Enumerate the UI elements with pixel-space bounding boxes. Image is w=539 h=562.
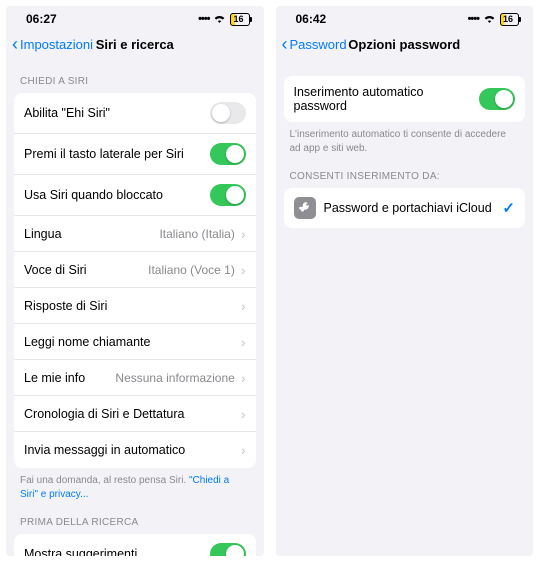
toggle-hey-siri[interactable] — [210, 102, 246, 124]
content-scroll[interactable]: CHIEDI A SIRI Abilita "Ehi Siri" Premi i… — [6, 62, 264, 556]
group-footer-ask-siri: Fai una domanda, al resto pensa Siri. "C… — [6, 468, 264, 503]
chevron-right-icon: › — [241, 227, 246, 241]
status-bar: 06:42 •••• 16 — [276, 6, 534, 28]
row-label: Risposte di Siri — [24, 299, 107, 313]
chevron-left-icon: ‹ — [282, 35, 288, 53]
checkmark-icon: ✓ — [502, 199, 515, 217]
row-icloud-keychain[interactable]: Password e portachiavi iCloud ✓ — [284, 188, 526, 228]
chevron-right-icon: › — [241, 443, 246, 457]
row-myinfo[interactable]: Le mie info Nessuna informazione › — [14, 360, 256, 396]
status-icons: •••• 16 — [468, 12, 519, 26]
back-label: Impostazioni — [20, 37, 93, 52]
list-before-search: Mostra suggerimenti Mostra recenti — [14, 534, 256, 556]
signal-icon: •••• — [468, 13, 479, 25]
row-label: Leggi nome chiamante — [24, 335, 150, 349]
row-label: Le mie info — [24, 371, 85, 385]
row-label: Abilita "Ehi Siri" — [24, 106, 110, 120]
row-label: Cronologia di Siri e Dettatura — [24, 407, 185, 421]
row-announce[interactable]: Leggi nome chiamante › — [14, 324, 256, 360]
row-hey-siri[interactable]: Abilita "Ehi Siri" — [14, 93, 256, 134]
status-time: 06:42 — [296, 12, 327, 26]
chevron-right-icon: › — [241, 335, 246, 349]
back-button[interactable]: ‹ Password — [282, 35, 347, 53]
chevron-left-icon: ‹ — [12, 35, 18, 53]
battery-icon: 16 — [500, 13, 519, 26]
row-label: Invia messaggi in automatico — [24, 443, 185, 457]
screen-siri: 06:27 •••• 16 ‹ Impostazioni Siri e rice… — [6, 6, 264, 556]
row-label: Lingua — [24, 227, 62, 241]
footer-autofill: L'inserimento automatico ti consente di … — [276, 122, 534, 157]
row-autofill[interactable]: Inserimento automatico password — [284, 76, 526, 122]
row-value: Nessuna informazione — [115, 371, 234, 385]
toggle-suggestions[interactable] — [210, 543, 246, 556]
row-automessage[interactable]: Invia messaggi in automatico › — [14, 432, 256, 468]
toggle-locked[interactable] — [210, 184, 246, 206]
row-label: Voce di Siri — [24, 263, 87, 277]
chevron-right-icon: › — [241, 263, 246, 277]
list-sources: Password e portachiavi iCloud ✓ — [284, 188, 526, 228]
toggle-side-button[interactable] — [210, 143, 246, 165]
chevron-right-icon: › — [241, 407, 246, 421]
battery-icon: 16 — [230, 13, 249, 26]
status-bar: 06:27 •••• 16 — [6, 6, 264, 28]
row-label: Mostra suggerimenti — [24, 547, 137, 556]
signal-icon: •••• — [198, 13, 209, 25]
status-icons: •••• 16 — [198, 12, 249, 26]
key-icon — [294, 197, 316, 219]
row-label: Usa Siri quando bloccato — [24, 188, 163, 202]
status-time: 06:27 — [26, 12, 57, 26]
row-responses[interactable]: Risposte di Siri › — [14, 288, 256, 324]
group-header-before-search: PRIMA DELLA RICERCA — [6, 503, 264, 534]
chevron-right-icon: › — [241, 299, 246, 313]
wifi-icon — [213, 12, 226, 26]
group-header-ask-siri: CHIEDI A SIRI — [6, 62, 264, 93]
row-label: Password e portachiavi iCloud — [324, 201, 492, 215]
screen-password-options: 06:42 •••• 16 ‹ Password Opzioni passwor… — [276, 6, 534, 556]
row-locked[interactable]: Usa Siri quando bloccato — [14, 175, 256, 216]
nav-bar: ‹ Password Opzioni password — [276, 28, 534, 62]
row-value: Italiano (Italia) — [159, 227, 234, 241]
toggle-autofill[interactable] — [479, 88, 515, 110]
list-ask-siri: Abilita "Ehi Siri" Premi il tasto latera… — [14, 93, 256, 468]
row-side-button[interactable]: Premi il tasto laterale per Siri — [14, 134, 256, 175]
row-label: Inserimento automatico password — [294, 85, 480, 113]
back-button[interactable]: ‹ Impostazioni — [12, 35, 93, 53]
wifi-icon — [483, 12, 496, 26]
row-history[interactable]: Cronologia di Siri e Dettatura › — [14, 396, 256, 432]
row-language[interactable]: Lingua Italiano (Italia) › — [14, 216, 256, 252]
back-label: Password — [290, 37, 347, 52]
chevron-right-icon: › — [241, 371, 246, 385]
group-header-allow-from: CONSENTI INSERIMENTO DA: — [276, 157, 534, 188]
row-label: Premi il tasto laterale per Siri — [24, 147, 184, 161]
content-scroll[interactable]: Inserimento automatico password L'inseri… — [276, 62, 534, 556]
nav-bar: ‹ Impostazioni Siri e ricerca — [6, 28, 264, 62]
list-autofill: Inserimento automatico password — [284, 76, 526, 122]
row-suggestions[interactable]: Mostra suggerimenti — [14, 534, 256, 556]
row-voice[interactable]: Voce di Siri Italiano (Voce 1) › — [14, 252, 256, 288]
row-value: Italiano (Voce 1) — [148, 263, 235, 277]
